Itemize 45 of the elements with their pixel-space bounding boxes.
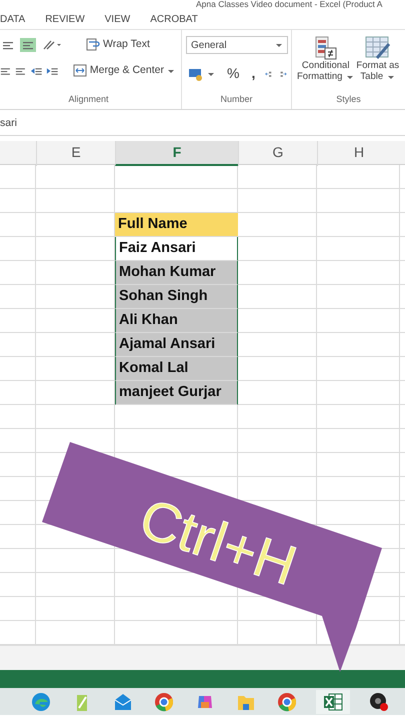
column-header[interactable]: G: [238, 141, 317, 166]
caret-icon: [275, 41, 283, 49]
taskbar-app[interactable]: [316, 690, 350, 714]
merge-center-button[interactable]: Merge & Center: [70, 62, 177, 80]
group-label: Number: [219, 92, 254, 106]
caret-icon: [387, 73, 396, 82]
format-table-button[interactable]: Format as Table: [355, 36, 400, 83]
ribbon-tab[interactable]: DATA: [0, 12, 26, 27]
orientation-icon: [42, 38, 62, 51]
conditional-formatting-button[interactable]: Conditional Formatting: [296, 36, 356, 83]
group-label: Styles: [335, 92, 362, 106]
formula-bar-text[interactable]: sari: [0, 117, 17, 129]
column-header[interactable]: H: [317, 141, 400, 166]
edge-icon: [30, 692, 50, 712]
header-cell: Full Name: [115, 213, 238, 237]
table-cell: Komal Lal: [115, 357, 238, 381]
ribbon-tab[interactable]: VIEW: [104, 12, 130, 27]
percent-button[interactable]: %: [225, 62, 242, 85]
table-cell: manjeet Gurjar: [115, 381, 238, 405]
spreadsheet-icon: [322, 692, 342, 712]
align-button[interactable]: [20, 38, 36, 52]
table-cell: Sohan Singh: [115, 285, 238, 309]
record-icon: [368, 692, 388, 712]
table-cell: Faiz Ansari: [115, 237, 238, 261]
window-title: Apna Classes Video document - Excel (Product A: [195, 0, 384, 10]
group-label: Alignment: [67, 92, 110, 106]
wrap-icon: [86, 38, 100, 52]
table-cell: Ajamal Ansari: [115, 333, 238, 357]
ribbon-tab[interactable]: ACROBAT: [150, 12, 198, 27]
conditional-format-icon: [312, 36, 339, 60]
wrap-text-button[interactable]: Wrap Text: [84, 36, 152, 54]
number-format-dropdown[interactable]: General: [186, 36, 288, 54]
ribbon-tab[interactable]: REVIEW: [45, 12, 85, 27]
table-style-icon: [364, 36, 391, 60]
table-cell: Mohan Kumar: [115, 261, 238, 285]
money-icon: [188, 66, 204, 80]
table-cell: Ali Khan: [115, 309, 238, 333]
browser-icon: [154, 692, 174, 712]
comma-button[interactable]: ,: [249, 62, 258, 85]
column-header[interactable]: F: [115, 141, 238, 166]
browser-icon: [276, 692, 296, 712]
shortcut-label: Ctrl+H: [132, 486, 304, 598]
mail-icon: [112, 692, 132, 712]
merge-icon: [72, 64, 87, 78]
caret-icon: [346, 73, 354, 82]
